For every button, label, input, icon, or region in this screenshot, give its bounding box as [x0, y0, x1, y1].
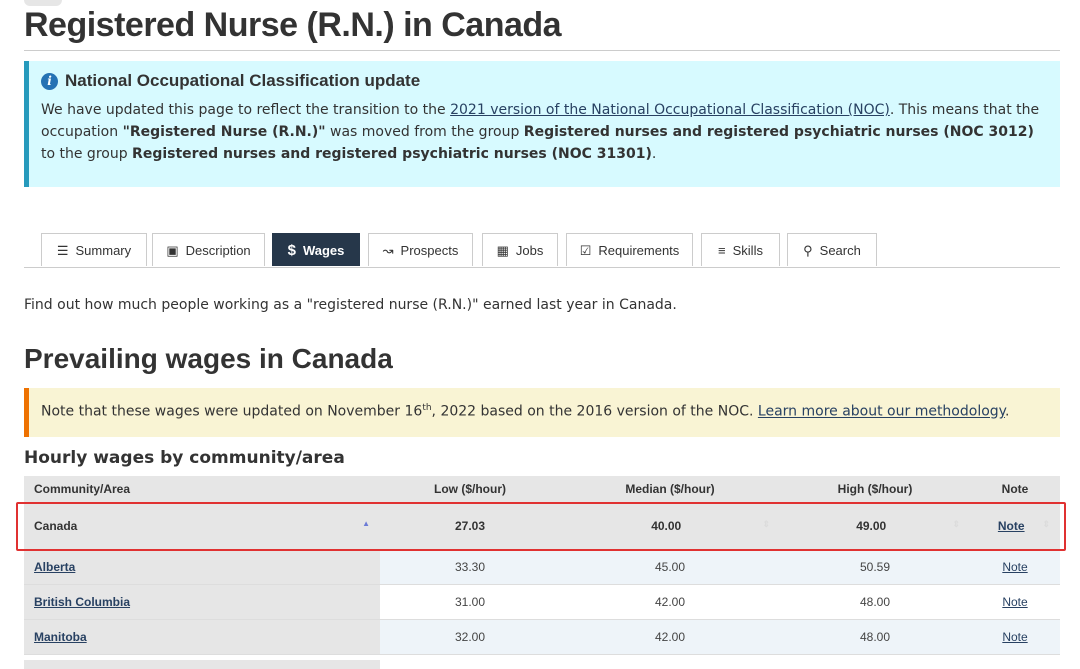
- note-text-3: .: [1004, 403, 1010, 420]
- tab-description-label: Description: [185, 242, 251, 258]
- noc-alert-body: We have updated this page to reflect the…: [41, 99, 1046, 165]
- noc-alert-heading-text: National Occupational Classification upd…: [65, 71, 421, 90]
- dollar-icon: $: [287, 241, 296, 259]
- checkbox-icon: ☑: [579, 242, 592, 258]
- tab-requirements-label: Requirements: [598, 242, 680, 258]
- info-icon: i: [41, 72, 58, 90]
- col-header-community[interactable]: Community/Area: [24, 476, 380, 503]
- noc-text-1: We have updated this page to reflect the…: [41, 102, 451, 118]
- occupation-name: "Registered Nurse (R.N.)": [122, 124, 326, 140]
- note-link[interactable]: Note: [1002, 630, 1027, 644]
- tab-summary[interactable]: ☰ Summary: [41, 233, 147, 266]
- note-sup: th: [422, 403, 432, 413]
- highlight-box: [16, 502, 1066, 551]
- new-noc-group: Registered nurses and registered psychia…: [132, 146, 652, 162]
- trend-chart-icon: ↝: [382, 242, 394, 258]
- title-divider: [24, 50, 1060, 51]
- tab-search-label: Search: [819, 242, 861, 258]
- tab-requirements[interactable]: ☑ Requirements: [566, 233, 693, 266]
- cell-note: Note: [970, 584, 1060, 620]
- wages-intro-text: Find out how much people working as a "r…: [24, 297, 677, 313]
- community-link[interactable]: Alberta: [34, 560, 75, 574]
- tab-prospects[interactable]: ↝ Prospects: [368, 233, 473, 266]
- col-header-low[interactable]: Low ($/hour): [380, 476, 560, 503]
- col-header-note[interactable]: Note: [970, 476, 1060, 503]
- table-row-manitoba: Manitoba 32.00 42.00 48.00 Note: [24, 619, 1060, 655]
- tab-skills-label: Skills: [732, 242, 763, 258]
- tab-search[interactable]: ⚲ Search: [787, 233, 877, 266]
- noc-text-5: .: [651, 146, 657, 162]
- cell-median: 42.00: [560, 619, 780, 655]
- occupation-tabs: ☰ Summary ▣ Description $ Wages ↝ Prospe…: [24, 233, 1060, 268]
- cell-low: 31.00: [380, 584, 560, 620]
- prevailing-wages-heading: Prevailing wages in Canada: [24, 343, 393, 374]
- table-row-partial: [24, 660, 380, 669]
- cell-note: Note: [970, 619, 1060, 655]
- col-header-median[interactable]: Median ($/hour): [560, 476, 780, 503]
- tab-wages[interactable]: $ Wages: [272, 233, 360, 266]
- cell-median: 45.00: [560, 549, 780, 585]
- cell-low: 33.30: [380, 549, 560, 585]
- search-icon: ⚲: [803, 242, 813, 258]
- community-link[interactable]: British Columbia: [34, 595, 130, 609]
- wages-update-note: Note that these wages were updated on No…: [24, 388, 1060, 437]
- list-icon: ☰: [56, 242, 69, 258]
- community-link[interactable]: Manitoba: [34, 630, 87, 644]
- old-noc-group: Registered nurses and registered psychia…: [523, 124, 1034, 140]
- methodology-link[interactable]: Learn more about our methodology: [758, 404, 1005, 420]
- cell-note: Note: [970, 549, 1060, 585]
- page-title: Registered Nurse (R.N.) in Canada: [24, 6, 562, 44]
- cell-high: 50.59: [780, 549, 970, 585]
- tab-jobs[interactable]: ▦ Jobs: [482, 233, 558, 266]
- hourly-wages-heading: Hourly wages by community/area: [24, 448, 345, 468]
- tab-prospects-label: Prospects: [400, 242, 459, 258]
- noc-update-alert: i National Occupational Classification u…: [24, 61, 1060, 187]
- tab-summary-label: Summary: [75, 242, 132, 258]
- cell-community: Manitoba: [24, 619, 380, 655]
- cell-low: 32.00: [380, 619, 560, 655]
- cell-community: British Columbia: [24, 584, 380, 620]
- noc-alert-heading: i National Occupational Classification u…: [41, 71, 1046, 91]
- checklist-icon: ≡: [718, 242, 726, 258]
- note-text-2: , 2022 based on the 2016 version of the …: [431, 403, 758, 420]
- table-row-alberta: Alberta 33.30 45.00 50.59 Note: [24, 549, 1060, 585]
- cell-median: 42.00: [560, 584, 780, 620]
- table-row-british-columbia: British Columbia 31.00 42.00 48.00 Note: [24, 584, 1060, 620]
- note-link[interactable]: Note: [1002, 595, 1027, 609]
- noc-2021-link[interactable]: 2021 version of the National Occupationa…: [450, 102, 890, 118]
- col-header-high[interactable]: High ($/hour): [780, 476, 970, 503]
- table-header-row: Community/Area Low ($/hour) Median ($/ho…: [24, 476, 1060, 503]
- tab-wages-label: Wages: [302, 242, 345, 258]
- cell-community: Alberta: [24, 549, 380, 585]
- tab-skills[interactable]: ≡ Skills: [701, 233, 780, 266]
- book-icon: ▣: [166, 242, 179, 258]
- cell-high: 48.00: [780, 619, 970, 655]
- note-text-1: Note that these wages were updated on No…: [41, 403, 423, 420]
- cell-high: 48.00: [780, 584, 970, 620]
- note-link[interactable]: Note: [1002, 560, 1027, 574]
- tab-jobs-label: Jobs: [515, 242, 544, 258]
- tab-description[interactable]: ▣ Description: [152, 233, 265, 266]
- newspaper-icon: ▦: [496, 242, 509, 258]
- noc-text-4: to the group: [41, 146, 133, 162]
- noc-text-3: was moved from the group: [325, 124, 524, 140]
